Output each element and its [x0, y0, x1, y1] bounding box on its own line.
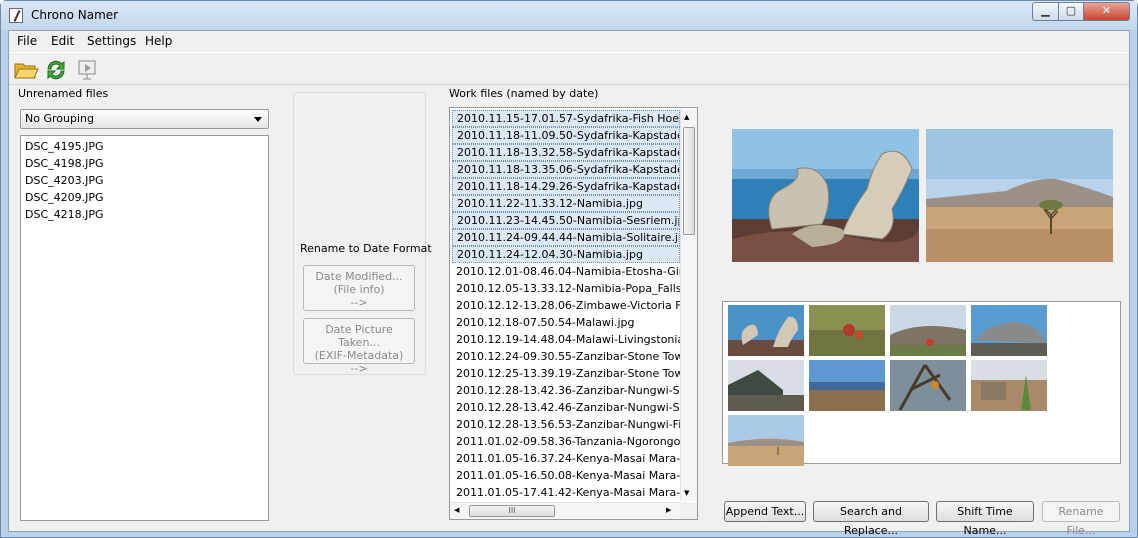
scroll-down-icon[interactable]: ▼ — [684, 489, 689, 497]
work-file-item[interactable]: 2010.12.19-14.48.04-Malawi-Livingstonia-… — [452, 331, 680, 348]
vertical-scrollbar[interactable]: ▲ ▼ — [680, 109, 697, 501]
search-replace-button[interactable]: Search and Replace... — [813, 501, 929, 537]
work-file-item[interactable]: 2010.12.05-13.33.12-Namibia-Popa_Falls-N — [452, 280, 680, 297]
close-button[interactable]: ✕ — [1083, 2, 1130, 21]
list-item[interactable]: DSC_4209.JPG — [21, 189, 268, 206]
menu-settings[interactable]: Settings — [87, 34, 136, 48]
scroll-up-icon[interactable]: ▲ — [684, 113, 689, 121]
window-title: Chrono Namer — [31, 8, 119, 22]
date-picture-taken-button[interactable]: Date Picture Taken... (EXIF-Metadata) --… — [303, 318, 415, 375]
scroll-thumb[interactable] — [683, 127, 695, 235]
button-line: --> — [350, 362, 368, 375]
list-item[interactable]: DSC_4198.JPG — [21, 155, 268, 172]
app-window: Chrono Namer ▁ ▢ ✕ File Edit Settings He… — [0, 0, 1138, 538]
scroll-left-icon[interactable]: ◀ — [454, 506, 459, 514]
thumbnail-rocks[interactable] — [728, 305, 804, 356]
list-item[interactable]: DSC_4195.JPG — [21, 138, 268, 155]
thumbnail-garden[interactable] — [971, 360, 1047, 411]
scroll-corner — [680, 502, 697, 519]
work-file-item[interactable]: 2010.11.18-11.09.50-Sydafrika-Kapstaden-… — [452, 127, 680, 144]
horizontal-scrollbar[interactable]: ◀ III ▶ — [450, 502, 680, 519]
work-file-item[interactable]: 2010.12.28-13.56.53-Zanzibar-Nungwi-Fisk — [452, 416, 680, 433]
maximize-button[interactable]: ▢ — [1058, 2, 1084, 21]
unrenamed-file-list[interactable]: DSC_4195.JPG DSC_4198.JPG DSC_4203.JPG D… — [20, 135, 269, 521]
rename-file-button[interactable]: Rename File... — [1042, 501, 1120, 537]
menu-help[interactable]: Help — [145, 34, 172, 48]
work-files-label: Work files (named by date) — [449, 87, 599, 100]
list-item[interactable]: DSC_4218.JPG — [21, 206, 268, 223]
thumbnail-coast[interactable] — [809, 360, 885, 411]
thumbnail-plants[interactable] — [809, 305, 885, 356]
button-line: (EXIF-Metadata) — [314, 349, 404, 362]
date-modified-button[interactable]: Date Modified... (File info) --> — [303, 265, 415, 311]
slideshow-icon[interactable] — [75, 58, 101, 82]
preview-image-desert — [926, 129, 1113, 262]
thumbnail-panel[interactable] — [722, 301, 1121, 466]
chevron-down-icon — [254, 117, 262, 122]
menu-bar: File Edit Settings Help — [9, 31, 1129, 52]
button-line: Date Modified... — [315, 270, 403, 283]
client-area: File Edit Settings Help Unrenamed files … — [8, 30, 1130, 537]
thumbnail-rock-formation[interactable] — [971, 305, 1047, 356]
menu-file[interactable]: File — [17, 34, 37, 48]
refresh-icon[interactable] — [43, 58, 69, 82]
work-file-item[interactable]: 2010.11.24-09.44.44-Namibia-Solitaire.jp… — [452, 229, 680, 246]
work-file-item[interactable]: 2010.12.24-09.30.55-Zanzibar-Stone Town-… — [452, 348, 680, 365]
thumbnail-desert[interactable] — [728, 415, 804, 466]
work-file-item[interactable]: 2010.11.22-11.33.12-Namibia.jpg — [452, 195, 680, 212]
grouping-dropdown[interactable]: No Grouping — [20, 109, 269, 129]
button-line: Date Picture Taken... — [325, 323, 393, 349]
work-file-item[interactable]: 2010.11.23-14.45.50-Namibia-Sesriem.jpg — [452, 212, 680, 229]
work-file-item[interactable]: 2010.12.12-13.28.06-Zimbawe-Victoria Fal… — [452, 297, 680, 314]
toolbar — [9, 52, 1129, 85]
open-folder-icon[interactable] — [13, 58, 39, 82]
work-file-item[interactable]: 2011.01.05-16.37.24-Kenya-Masai Mara-Lej — [452, 450, 680, 467]
preview-image-rocks — [732, 129, 919, 262]
append-text-button[interactable]: Append Text... — [724, 501, 806, 522]
unrenamed-files-label: Unrenamed files — [18, 87, 109, 100]
work-file-item[interactable]: 2010.11.18-14.29.26-Sydafrika-Kapstaden-… — [452, 178, 680, 195]
hscroll-thumb[interactable]: III — [469, 505, 555, 517]
work-file-item[interactable]: 2010.11.24-12.04.30-Namibia.jpg — [452, 246, 680, 263]
list-item[interactable]: DSC_4203.JPG — [21, 172, 268, 189]
title-bar[interactable]: Chrono Namer ▁ ▢ ✕ — [1, 1, 1137, 30]
rename-format-label: Rename to Date Format — [300, 242, 432, 255]
shift-time-name-button[interactable]: Shift Time Name... — [936, 501, 1034, 537]
app-icon — [9, 8, 23, 23]
work-file-item[interactable]: 2011.01.05-17.41.42-Kenya-Masai Mara-Ele — [452, 484, 680, 501]
work-file-item[interactable]: 2010.11.18-13.35.06-Sydafrika-Kapstaden-… — [452, 161, 680, 178]
work-file-item[interactable]: 2011.01.05-16.50.08-Kenya-Masai Mara-Gir — [452, 467, 680, 484]
work-file-item[interactable]: 2010.12.28-13.42.36-Zanzibar-Nungwi-Små — [452, 382, 680, 399]
button-line: --> — [350, 296, 368, 309]
work-file-item[interactable]: 2010.11.18-13.32.58-Sydafrika-Kapstaden-… — [452, 144, 680, 161]
minimize-button[interactable]: ▁ — [1032, 2, 1059, 21]
work-file-item[interactable]: 2011.01.02-09.58.36-Tanzania-Ngorongoro- — [452, 433, 680, 450]
thumbnail-mountain-flowers[interactable] — [890, 305, 966, 356]
work-file-item[interactable]: 2010.12.25-13.39.19-Zanzibar-Stone Town-… — [452, 365, 680, 382]
thumbnail-cape-point[interactable] — [728, 360, 804, 411]
work-file-item[interactable]: 2010.11.15-17.01.57-Sydafrika-Fish Hoek-… — [452, 110, 680, 127]
work-file-item[interactable]: 2010.12.01-08.46.04-Namibia-Etosha-Giraf… — [452, 263, 680, 280]
thumbnail-branches[interactable] — [890, 360, 966, 411]
work-file-list[interactable]: 2010.11.15-17.01.57-Sydafrika-Fish Hoek-… — [449, 107, 698, 520]
work-file-item[interactable]: 2010.12.18-07.50.54-Malawi.jpg — [452, 314, 680, 331]
menu-edit[interactable]: Edit — [51, 34, 74, 48]
scroll-right-icon[interactable]: ▶ — [666, 506, 671, 514]
button-line: (File info) — [333, 283, 385, 296]
work-file-item[interactable]: 2010.12.28-13.42.46-Zanzibar-Nungwi-Små — [452, 399, 680, 416]
grouping-value: No Grouping — [25, 112, 94, 125]
